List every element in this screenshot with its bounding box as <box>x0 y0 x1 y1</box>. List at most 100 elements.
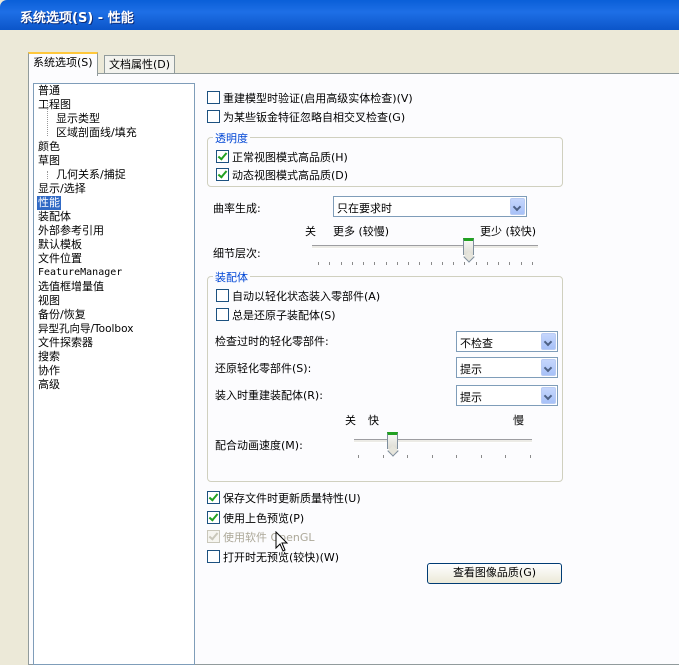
tree-item-default-templates[interactable]: 默认模板 <box>38 238 82 252</box>
tree-item-backup-recover[interactable]: 备份/恢复 <box>38 308 86 322</box>
slider-tick <box>419 262 421 265</box>
ignore-self-intersect-checkbox[interactable] <box>207 110 220 123</box>
slider-tick <box>498 262 500 265</box>
slider-tick <box>340 262 342 265</box>
shaded-preview-label: 使用上色预览(P) <box>223 512 305 525</box>
no-preview-checkbox[interactable] <box>207 550 220 563</box>
options-tree[interactable]: 普通 工程图 显示类型 区域剖面线/填充 颜色 草图 几何关系/捕捉 显示/选择… <box>33 83 195 665</box>
slider-tick <box>430 262 432 265</box>
rebuild-on-load-select[interactable]: 提示 <box>456 385 558 406</box>
slider-tick <box>441 262 443 265</box>
always-resolve-label: 总是还原子装配体(S) <box>232 309 336 322</box>
slider-tick <box>382 455 384 458</box>
chevron-down-icon[interactable] <box>510 198 525 215</box>
title-bar: 系统选项(S) - 性能 <box>0 0 679 30</box>
anim-speed-slider-thumb[interactable] <box>387 432 399 449</box>
auto-lightweight-label: 自动以轻化状态装入零部件(A) <box>232 290 381 303</box>
save-quality-label: 保存文件时更新质量特性(U) <box>223 492 361 505</box>
slider-tick <box>505 455 507 458</box>
tree-item-search[interactable]: 搜索 <box>38 350 60 364</box>
tab-system-options[interactable]: 系统选项(S) <box>28 52 98 76</box>
resolve-lightweight-label: 还原轻化零部件(S): <box>215 362 312 375</box>
save-quality-checkbox[interactable] <box>207 491 220 504</box>
tab-document-properties[interactable]: 文档属性(D) <box>104 55 176 74</box>
anim-off-label: 关 <box>345 414 356 427</box>
slider-tick <box>509 262 511 265</box>
ignore-self-intersect-label: 为某些钣金特征忽略自相交叉检查(G) <box>223 111 406 124</box>
slider-tick <box>408 262 410 265</box>
verify-rebuild-label: 重建模型时验证(启用高级实体检查)(V) <box>223 92 413 105</box>
slider-tick <box>358 455 359 458</box>
slider-tick <box>464 262 466 265</box>
software-opengl-checkbox[interactable] <box>207 530 220 543</box>
slider-tick <box>453 262 455 265</box>
rebuild-on-load-label: 装入时重建装配体(R): <box>215 389 323 402</box>
dynamic-hq-checkbox[interactable] <box>216 168 229 181</box>
software-opengl-label: 使用软件 OpenGL <box>223 531 315 544</box>
detail-label: 细节层次: <box>213 247 261 260</box>
detail-more-label: 更多 (较慢) <box>333 225 390 238</box>
tree-item-colors[interactable]: 颜色 <box>38 140 60 154</box>
slider-tick <box>486 262 488 265</box>
dynamic-hq-label: 动态视图模式高品质(D) <box>232 169 349 182</box>
tree-item-hole-wizard-toolbox[interactable]: 异型孔向导/Toolbox <box>38 322 133 336</box>
check-outdated-label: 检查过时的轻化零部件: <box>215 335 329 348</box>
slider-tick <box>475 262 477 265</box>
window-title: 系统选项(S) - 性能 <box>20 11 134 26</box>
detail-slider-track[interactable] <box>312 245 538 249</box>
slider-tick <box>363 262 365 265</box>
tree-item-advanced[interactable]: 高级 <box>38 378 60 392</box>
slider-tick <box>318 262 319 265</box>
assembly-group-title: 装配体 <box>213 269 250 285</box>
anim-slow-label: 慢 <box>513 414 524 427</box>
tree-item-general[interactable]: 普通 <box>38 84 60 98</box>
slider-tick <box>407 455 409 458</box>
anim-speed-label: 配合动画速度(M): <box>215 439 303 452</box>
slider-tick <box>456 455 458 458</box>
normal-hq-checkbox[interactable] <box>216 150 229 163</box>
always-resolve-checkbox[interactable] <box>216 308 229 321</box>
tree-item-file-explorer[interactable]: 文件探索器 <box>38 336 93 350</box>
slider-tick <box>351 262 353 265</box>
mouse-cursor-icon <box>275 531 289 552</box>
slider-tick <box>532 262 533 265</box>
tree-item-display-selection[interactable]: 显示/选择 <box>38 182 86 196</box>
curvature-label: 曲率生成: <box>213 202 261 215</box>
shaded-preview-checkbox[interactable] <box>207 511 220 524</box>
tree-item-external-references[interactable]: 外部参考引用 <box>38 224 104 238</box>
transparency-group-title: 透明度 <box>213 130 250 146</box>
anim-fast-label: 快 <box>368 414 379 427</box>
tree-item-collaboration[interactable]: 协作 <box>38 364 60 378</box>
normal-hq-label: 正常视图模式高品质(H) <box>232 151 348 164</box>
tree-item-performance[interactable]: 性能 <box>37 196 61 210</box>
tree-item-relations-snaps[interactable]: 几何关系/捕捉 <box>56 168 126 182</box>
detail-off-label: 关 <box>305 225 316 238</box>
slider-tick <box>396 262 398 265</box>
detail-less-label: 更少 (较快) <box>480 225 537 238</box>
slider-tick <box>431 455 433 458</box>
tree-item-display-style[interactable]: 显示类型 <box>56 112 100 126</box>
chevron-down-icon[interactable] <box>541 359 556 376</box>
tree-item-drawings[interactable]: 工程图 <box>38 98 71 112</box>
auto-lightweight-checkbox[interactable] <box>216 289 229 302</box>
resolve-lightweight-select[interactable]: 提示 <box>456 357 558 378</box>
tree-item-area-hatch[interactable]: 区域剖面线/填充 <box>56 126 137 140</box>
chevron-down-icon[interactable] <box>541 387 556 404</box>
slider-tick <box>385 262 387 265</box>
tree-item-file-locations[interactable]: 文件位置 <box>38 252 82 266</box>
tree-item-assemblies[interactable]: 装配体 <box>38 210 71 224</box>
view-image-quality-button[interactable]: 查看图像品质(G) <box>427 563 562 584</box>
tree-item-view[interactable]: 视图 <box>38 294 60 308</box>
anim-speed-slider-track[interactable] <box>354 439 532 443</box>
slider-tick <box>480 455 482 458</box>
slider-tick <box>329 262 331 265</box>
slider-tick <box>520 262 522 265</box>
tree-item-spin-box-increments[interactable]: 选值框增量值 <box>38 280 104 294</box>
check-outdated-select[interactable]: 不检查 <box>456 331 558 352</box>
tree-item-featuremanager[interactable]: FeatureManager <box>38 266 122 280</box>
detail-slider-thumb[interactable] <box>462 238 474 255</box>
tree-item-sketch[interactable]: 草图 <box>38 154 60 168</box>
chevron-down-icon[interactable] <box>541 333 556 350</box>
verify-rebuild-checkbox[interactable] <box>207 91 220 104</box>
curvature-select[interactable]: 只在要求时 <box>333 196 527 217</box>
